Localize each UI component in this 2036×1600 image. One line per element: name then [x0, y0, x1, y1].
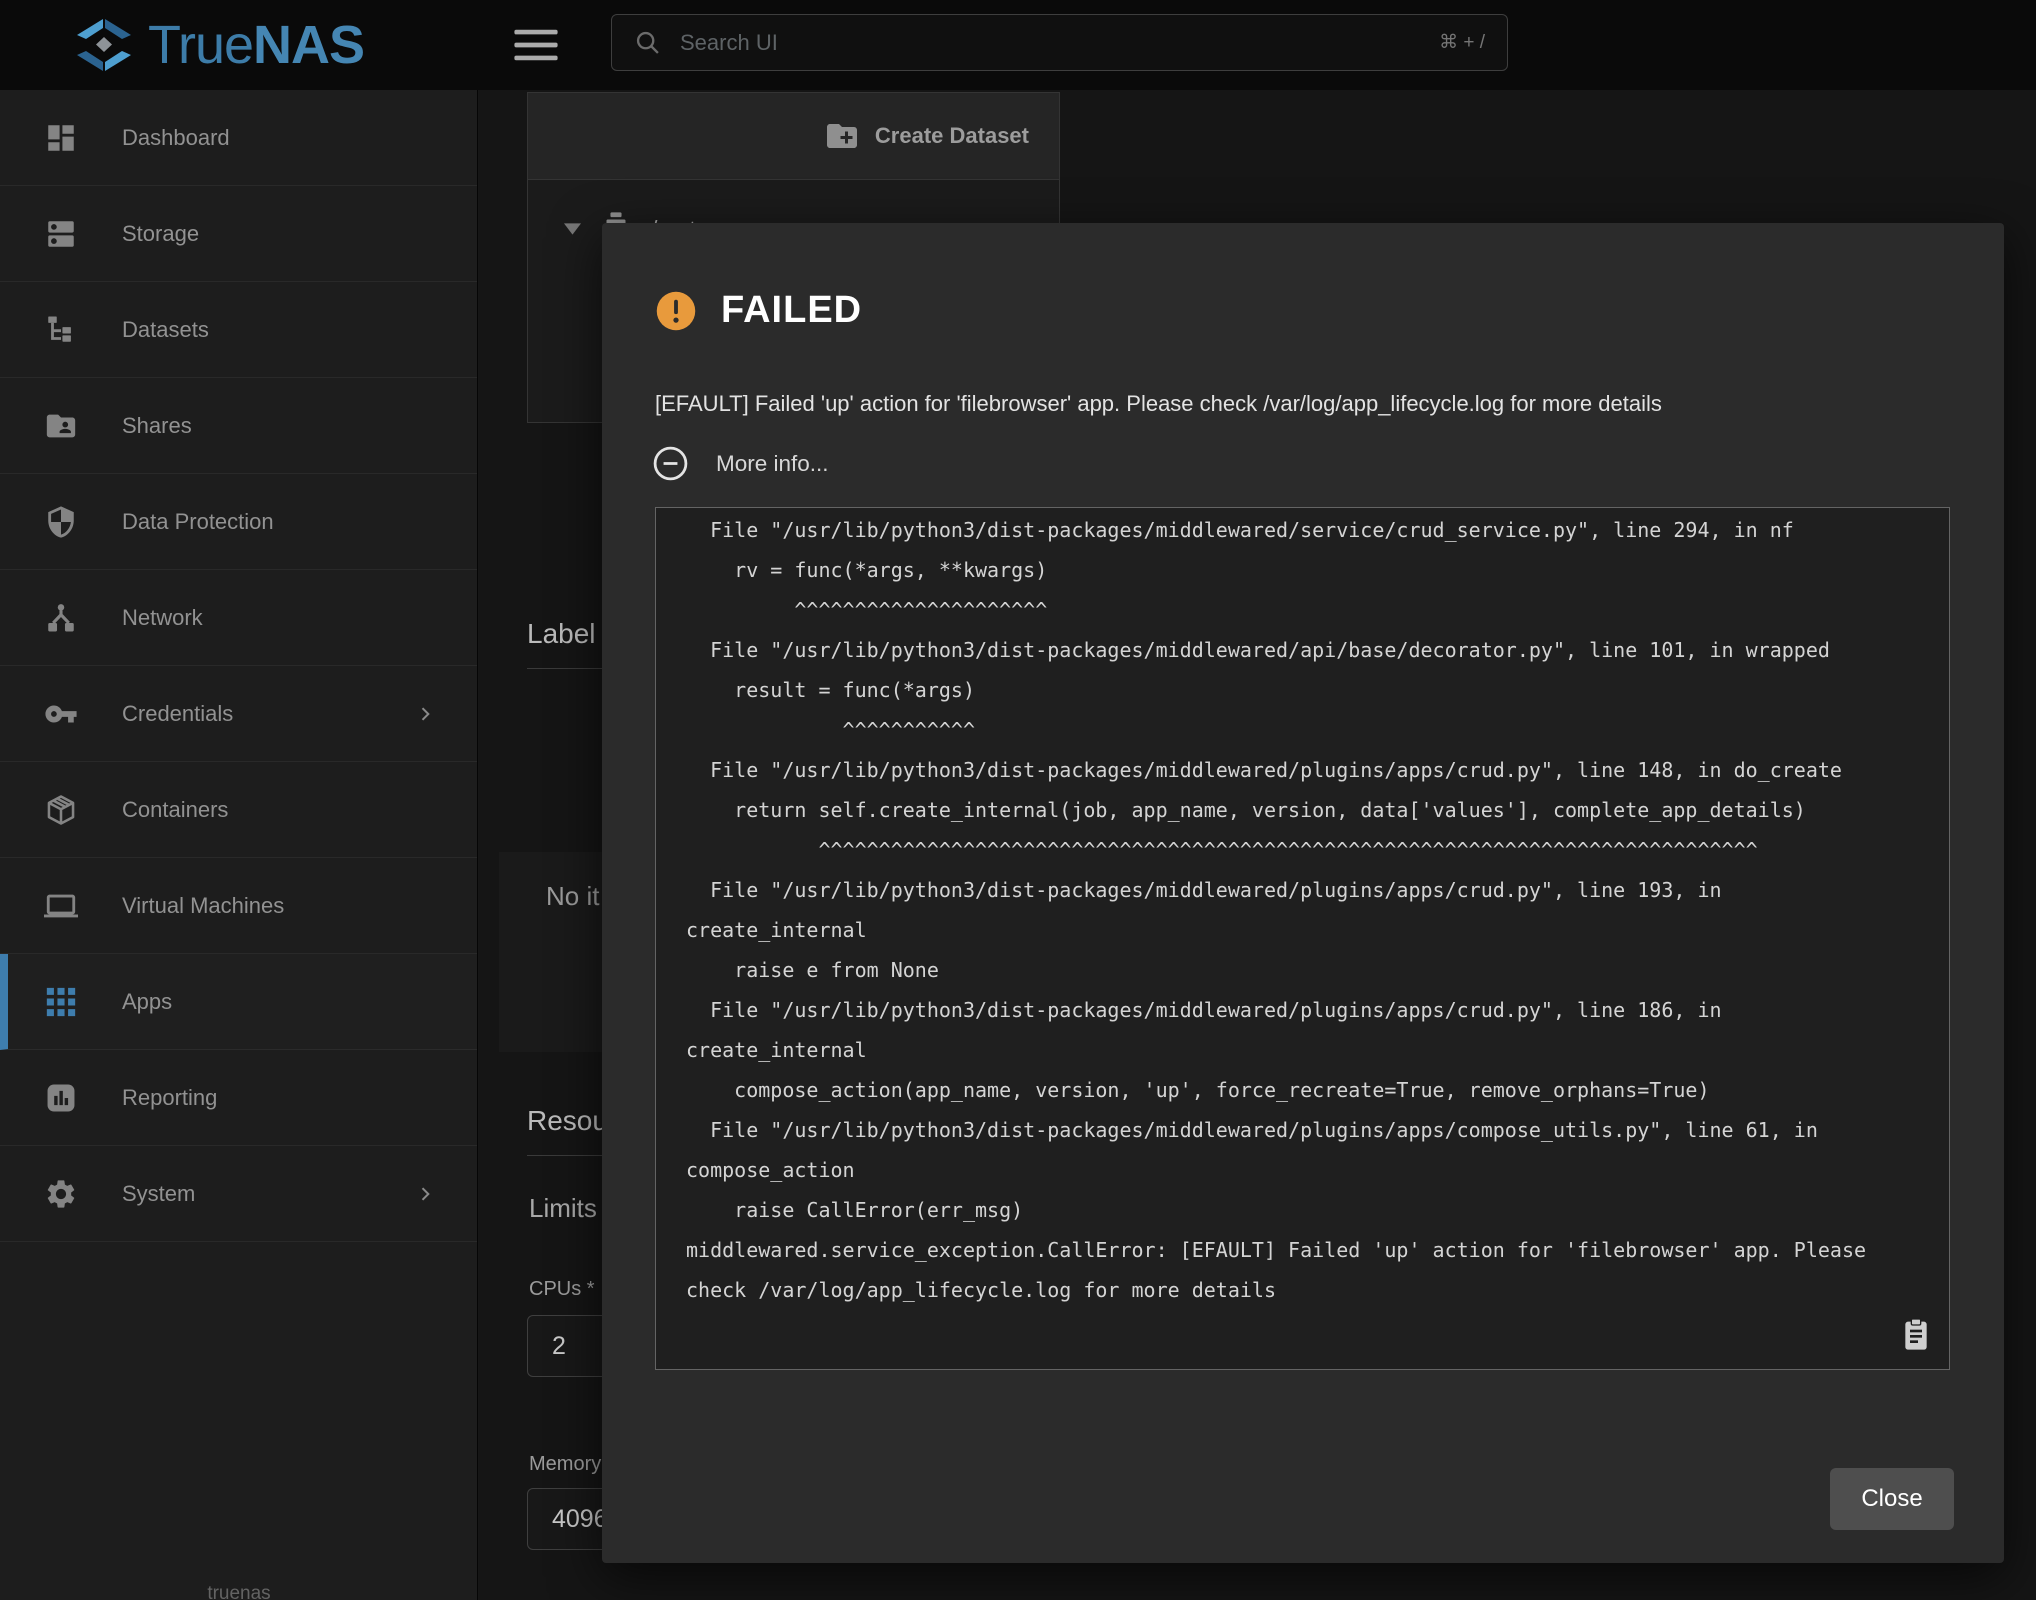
failed-dialog: FAILED [EFAULT] Failed 'up' action for '… — [602, 223, 2004, 1563]
grid-icon — [44, 985, 78, 1019]
sidebar-item-label: Virtual Machines — [122, 893, 284, 919]
sidebar-item-label: Dashboard — [122, 125, 230, 151]
dialog-message: [EFAULT] Failed 'up' action for 'filebro… — [655, 391, 1955, 417]
search-input[interactable] — [678, 29, 1439, 57]
traceback-line: ^^^^^^^^^^^^^^^^^^^^^ — [686, 590, 1931, 630]
traceback-line: File "/usr/lib/python3/dist-packages/mid… — [686, 510, 1931, 550]
sidebar: Dashboard Storage Datasets Shares Data P… — [0, 90, 478, 1600]
truenas-window: TrueNAS ⌘ + / Dashboard Storage D — [0, 0, 2036, 1600]
shares-icon — [44, 409, 78, 443]
storage-icon — [44, 217, 78, 251]
traceback-block[interactable]: File "/usr/lib/python3/dist-packages/mid… — [655, 507, 1950, 1370]
traceback-line: compose_action(app_name, version, 'up', … — [686, 1070, 1931, 1110]
more-info-label: More info... — [716, 451, 829, 477]
more-info-toggle[interactable]: More info... — [652, 445, 829, 482]
traceback-line: raise e from None — [686, 950, 1931, 990]
minus-circle-icon — [652, 445, 689, 482]
folder-plus-icon — [824, 118, 860, 154]
sidebar-item-containers[interactable]: Containers — [0, 762, 477, 858]
resources-section-header: Resou — [527, 1105, 608, 1137]
sidebar-item-label: Reporting — [122, 1085, 217, 1111]
sidebar-item-shares[interactable]: Shares — [0, 378, 477, 474]
sidebar-item-label: Apps — [122, 989, 172, 1015]
sidebar-item-storage[interactable]: Storage — [0, 186, 477, 282]
sidebar-item-datasets[interactable]: Datasets — [0, 282, 477, 378]
no-items-text: No it — [546, 881, 599, 912]
cpus-label: CPUs * — [529, 1278, 595, 1301]
datasets-icon — [44, 313, 78, 347]
sidebar-footer-hostname: truenas — [0, 1583, 478, 1600]
sidebar-item-apps[interactable]: Apps — [0, 954, 477, 1050]
key-icon — [44, 697, 78, 731]
sidebar-item-data-protection[interactable]: Data Protection — [0, 474, 477, 570]
traceback-line: File "/usr/lib/python3/dist-packages/mid… — [686, 1110, 1931, 1150]
traceback-line: File "/usr/lib/python3/dist-packages/mid… — [686, 750, 1931, 790]
brand-true: True — [148, 15, 253, 75]
tree-toolbar: Create Dataset — [528, 93, 1059, 180]
sidebar-item-label: System — [122, 1181, 195, 1207]
create-dataset-label: Create Dataset — [875, 123, 1029, 149]
gear-icon — [44, 1177, 78, 1211]
sidebar-item-label: Shares — [122, 413, 192, 439]
sidebar-item-label: Containers — [122, 797, 228, 823]
sidebar-item-dashboard[interactable]: Dashboard — [0, 90, 477, 186]
network-icon — [44, 601, 78, 635]
traceback-line: middlewared.service_exception.CallError:… — [686, 1230, 1931, 1270]
traceback-line: raise CallError(err_msg) — [686, 1190, 1931, 1230]
dashboard-icon — [44, 121, 78, 155]
chevron-right-icon — [415, 1184, 435, 1204]
traceback-line: result = func(*args) — [686, 670, 1931, 710]
warning-icon — [655, 290, 697, 332]
sidebar-item-label: Storage — [122, 221, 199, 247]
sidebar-item-network[interactable]: Network — [0, 570, 477, 666]
traceback-line: check /var/log/app_lifecycle.log for mor… — [686, 1270, 1931, 1310]
laptop-icon — [44, 889, 78, 923]
traceback-line: ^^^^^^^^^^^ — [686, 710, 1931, 750]
brand-nas: NAS — [253, 15, 364, 75]
top-bar: TrueNAS ⌘ + / — [0, 0, 2036, 90]
sidebar-item-label: Data Protection — [122, 509, 274, 535]
create-dataset-button[interactable]: Create Dataset — [818, 117, 1035, 155]
sidebar-item-reporting[interactable]: Reporting — [0, 1050, 477, 1146]
shield-icon — [44, 505, 78, 539]
dialog-title: FAILED — [721, 289, 862, 332]
traceback-line: rv = func(*args, **kwargs) — [686, 550, 1931, 590]
sidebar-item-label: Credentials — [122, 701, 233, 727]
memory-label: Memory — [529, 1453, 601, 1476]
search-shortcut: ⌘ + / — [1439, 31, 1485, 54]
search-icon — [634, 29, 662, 57]
dialog-title-row: FAILED — [655, 289, 862, 332]
traceback-line: create_internal — [686, 910, 1931, 950]
cube-icon — [44, 793, 78, 827]
limits-label: Limits — [529, 1193, 597, 1224]
chevron-right-icon — [415, 704, 435, 724]
bar-chart-icon — [44, 1081, 78, 1115]
traceback-line: compose_action — [686, 1150, 1931, 1190]
truenas-logo-icon — [72, 16, 136, 72]
sidebar-item-credentials[interactable]: Credentials — [0, 666, 477, 762]
hamburger-icon — [513, 27, 559, 63]
sidebar-item-label: Datasets — [122, 317, 209, 343]
sidebar-item-system[interactable]: System — [0, 1146, 477, 1242]
traceback-line: ^^^^^^^^^^^^^^^^^^^^^^^^^^^^^^^^^^^^^^^^… — [686, 830, 1931, 870]
traceback-line: return self.create_internal(job, app_nam… — [686, 790, 1931, 830]
expander-triangle-icon[interactable] — [564, 223, 581, 235]
sidenav-toggle-button[interactable] — [512, 27, 560, 65]
copy-to-clipboard-button[interactable] — [1899, 1317, 1933, 1355]
clipboard-icon — [1900, 1317, 1932, 1353]
sidebar-item-virtual-machines[interactable]: Virtual Machines — [0, 858, 477, 954]
traceback-line: File "/usr/lib/python3/dist-packages/mid… — [686, 630, 1931, 670]
traceback-line: File "/usr/lib/python3/dist-packages/mid… — [686, 870, 1931, 910]
traceback-line: File "/usr/lib/python3/dist-packages/mid… — [686, 990, 1931, 1030]
brand-text: TrueNAS — [148, 14, 364, 76]
traceback-line: create_internal — [686, 1030, 1931, 1070]
search-bar[interactable]: ⌘ + / — [611, 14, 1508, 71]
close-button[interactable]: Close — [1830, 1468, 1954, 1530]
sidebar-item-label: Network — [122, 605, 203, 631]
labels-section-header: Label — [527, 618, 596, 650]
